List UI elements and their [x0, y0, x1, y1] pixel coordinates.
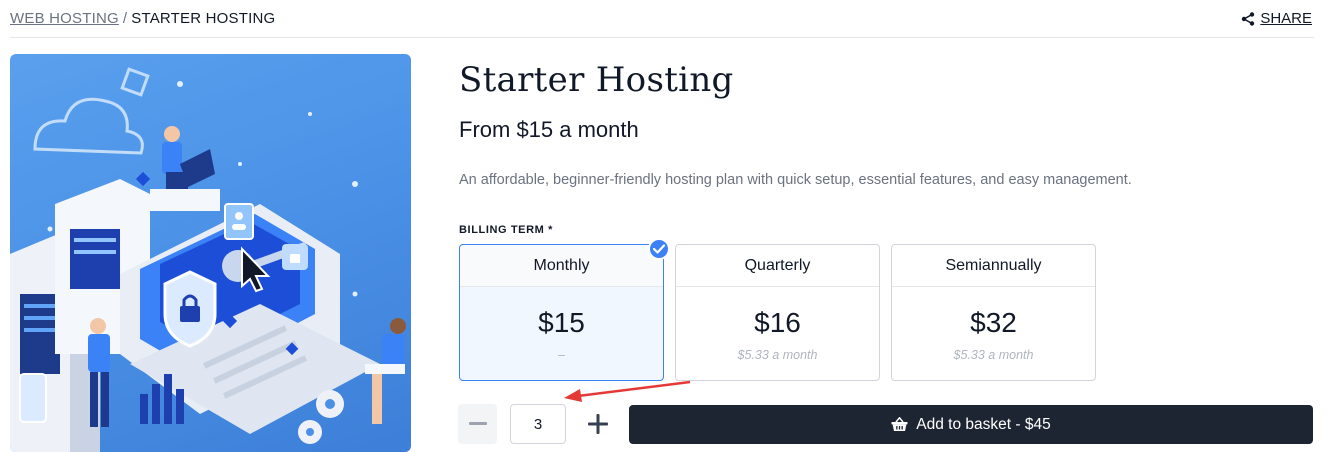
quantity-decrease-button[interactable] — [458, 404, 497, 444]
quantity-increase-button[interactable] — [578, 404, 617, 444]
add-to-basket-label: Add to basket - $45 — [916, 415, 1051, 433]
billing-option-monthly[interactable]: Monthly $15 – — [459, 238, 670, 381]
billing-option-price: $15 — [538, 307, 585, 338]
billing-option-subtext: $5.33 a month — [737, 348, 818, 362]
breadcrumb-separator: / — [122, 10, 128, 27]
share-label: SHARE — [1260, 10, 1312, 27]
billing-option-price: $16 — [754, 307, 801, 338]
billing-option-name: Monthly — [460, 245, 663, 287]
product-description: An affordable, beginner-friendly hosting… — [459, 172, 1132, 188]
share-icon — [1242, 11, 1255, 26]
product-title: Starter Hosting — [459, 60, 734, 100]
hosting-illustration — [10, 67, 406, 452]
product-image — [10, 54, 411, 452]
billing-option-subtext: – — [558, 348, 565, 362]
add-to-basket-button[interactable]: Add to basket - $45 — [629, 405, 1313, 444]
billing-option-semiannually[interactable]: Semiannually $32 $5.33 a month — [891, 244, 1096, 381]
basket-icon — [891, 417, 908, 431]
share-link[interactable]: SHARE — [1241, 10, 1312, 27]
billing-option-quarterly[interactable]: Quarterly $16 $5.33 a month — [675, 244, 880, 381]
breadcrumb-current: STARTER HOSTING — [131, 10, 276, 27]
top-bar: WEB HOSTING / STARTER HOSTING SHARE — [10, 0, 1314, 38]
minus-icon — [468, 422, 487, 425]
breadcrumb-web-hosting-link[interactable]: WEB HOSTING — [10, 10, 119, 27]
quantity-input[interactable] — [510, 404, 566, 444]
billing-option-subtext: $5.33 a month — [953, 348, 1034, 362]
plus-icon — [587, 414, 608, 434]
billing-term-label: BILLING TERM * — [459, 224, 553, 236]
billing-option-name: Quarterly — [676, 245, 879, 287]
price-from: From $15 a month — [459, 117, 639, 142]
breadcrumb: WEB HOSTING / STARTER HOSTING — [10, 10, 275, 27]
billing-option-name: Semiannually — [892, 245, 1095, 287]
check-circle-icon — [648, 238, 670, 260]
billing-option-price: $32 — [970, 307, 1017, 338]
